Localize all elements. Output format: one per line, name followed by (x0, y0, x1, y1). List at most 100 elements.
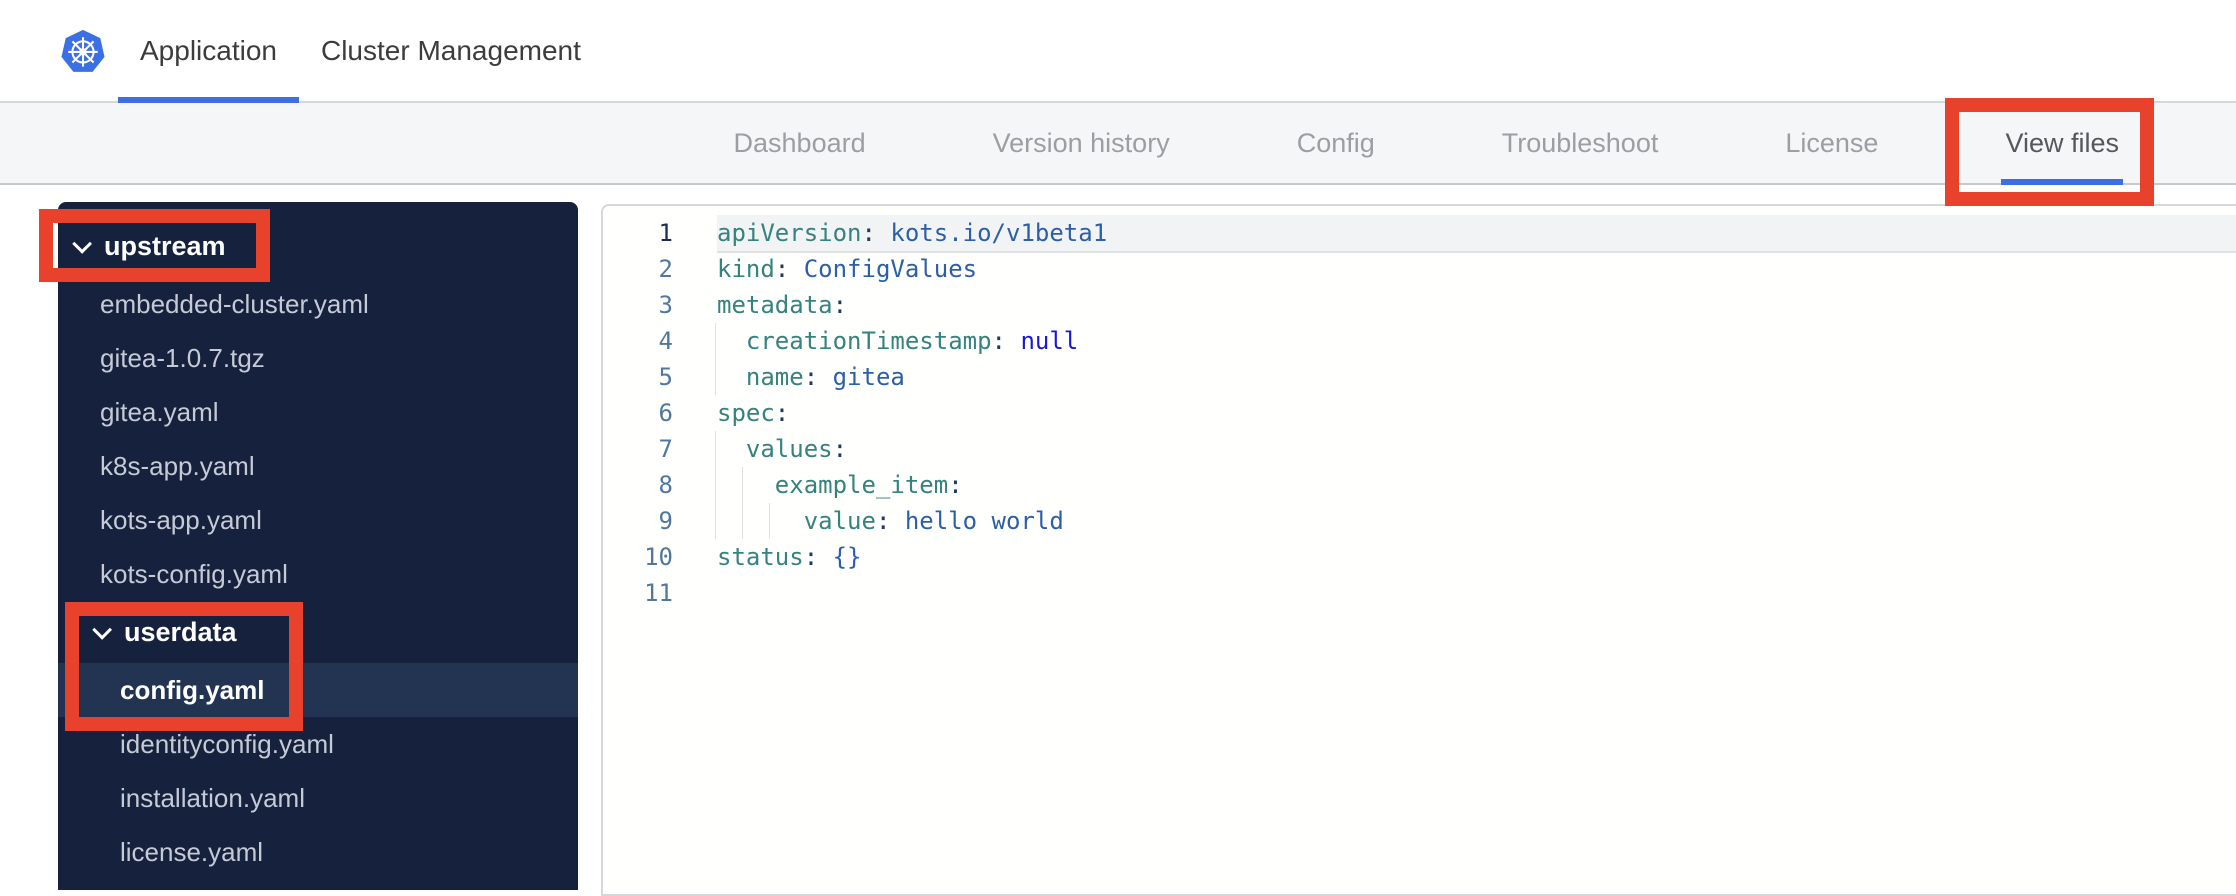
app-header: Application Cluster Management (0, 0, 2236, 103)
tree-file-kots-config.yaml[interactable]: kots-config.yaml (58, 547, 578, 601)
code-line-4: creationTimestamp: null (715, 323, 2236, 359)
line-number-9: 9 (658, 507, 673, 535)
code-token: spec (717, 399, 775, 427)
line-number-8: 8 (658, 471, 673, 499)
line-number-7: 7 (658, 435, 673, 463)
code-line-5: name: gitea (715, 359, 2236, 395)
line-number-2: 2 (658, 255, 673, 283)
code-token: ConfigValues (803, 255, 978, 283)
tree-item-label: embedded-cluster.yaml (100, 288, 369, 319)
code-token: : (803, 543, 833, 571)
editor-gutter: 1 2 3 4 5 6 7 8 9 10 11 (603, 206, 673, 894)
tree-file-k8s-app.yaml[interactable]: k8s-app.yaml (58, 439, 578, 493)
code-token: example_item (774, 471, 949, 499)
nav-tab-view-files[interactable]: View files (2001, 103, 2123, 185)
code-line-8: example_item: (715, 467, 2236, 503)
tree-folder-userdata[interactable]: userdata (58, 601, 578, 663)
chevron-down-icon (92, 619, 113, 640)
tree-item-label: kots-app.yaml (100, 504, 262, 535)
indent-guide (715, 467, 716, 503)
indent-guide (769, 503, 770, 539)
tree-item-label: identityconfig.yaml (120, 728, 334, 759)
tree-file-gitea.yaml[interactable]: gitea.yaml (58, 385, 578, 439)
line-number-11: 11 (644, 579, 673, 607)
code-token: : (948, 471, 963, 499)
tree-folder-upstream[interactable]: upstream (58, 215, 578, 277)
code-token: kots.io/v1beta1 (890, 219, 1108, 247)
tab-application[interactable]: Application (118, 0, 299, 103)
code-token: gitea (832, 363, 905, 391)
tree-file-license.yaml[interactable]: license.yaml (58, 825, 578, 879)
code-token: value (803, 507, 876, 535)
code-line-10: status: {} (717, 539, 2236, 575)
line-number-4: 4 (658, 327, 673, 355)
tree-file-config.yaml[interactable]: config.yaml (58, 663, 578, 717)
line-number-1: 1 (658, 219, 673, 247)
code-editor[interactable]: 1 2 3 4 5 6 7 8 9 10 11 apiVersion: kots.io/v1beta… (601, 204, 2236, 896)
line-number-6: 6 (658, 399, 673, 427)
tree-item-label: kots-config.yaml (100, 558, 288, 589)
code-line-9: value: hello world (715, 503, 2236, 539)
code-token: {} (832, 543, 862, 571)
line-number-3: 3 (658, 291, 673, 319)
code-line-3: metadata: (717, 287, 2236, 323)
nav-tab-troubleshoot[interactable]: Troubleshoot (1498, 103, 1663, 183)
tree-file-installation.yaml[interactable]: installation.yaml (58, 771, 578, 825)
chevron-down-icon (72, 233, 93, 254)
indent-guide (715, 323, 716, 359)
code-token: null (1020, 327, 1079, 355)
code-token: hello world (904, 507, 1064, 535)
primary-tabs: Application Cluster Management (118, 0, 603, 103)
code-token: status (717, 543, 804, 571)
tree-file-gitea-1.0.7.tgz[interactable]: gitea-1.0.7.tgz (58, 331, 578, 385)
code-token: metadata (717, 291, 833, 319)
indent-guide (715, 359, 716, 395)
line-number-5: 5 (658, 363, 673, 391)
code-token: : (832, 435, 848, 463)
secondary-nav-tabs: Dashboard Version history Config Troublesho… (730, 103, 2123, 185)
code-token: name (745, 363, 804, 391)
code-token: : (991, 327, 1021, 355)
code-token: : (832, 291, 848, 319)
nav-tab-version-history[interactable]: Version history (989, 103, 1174, 183)
tree-file-kots-app.yaml[interactable]: kots-app.yaml (58, 493, 578, 547)
nav-tab-config[interactable]: Config (1293, 103, 1379, 183)
tree-item-label: gitea-1.0.7.tgz (100, 342, 265, 373)
indent-guide (715, 503, 716, 539)
secondary-nav: Dashboard Version history Config Troublesho… (0, 103, 2236, 185)
tree-item-label: installation.yaml (120, 782, 305, 813)
kubernetes-logo (61, 29, 105, 72)
tree-file-identityconfig.yaml[interactable]: identityconfig.yaml (58, 717, 578, 771)
code-token: : (803, 363, 833, 391)
indent-guide (742, 467, 743, 503)
tree-file-embedded-cluster.yaml[interactable]: embedded-cluster.yaml (58, 277, 578, 331)
code-line-2: kind: ConfigValues (717, 251, 2236, 287)
tree-item-label: config.yaml (120, 674, 265, 705)
code-token: kind (717, 255, 775, 283)
editor-code: apiVersion: kots.io/v1beta1 kind: ConfigV… (673, 206, 2236, 894)
indent-guide (742, 503, 743, 539)
line-number-10: 10 (644, 543, 673, 571)
code-token: : (774, 399, 790, 427)
tab-cluster-management[interactable]: Cluster Management (299, 0, 603, 101)
code-line-1: apiVersion: kots.io/v1beta1 (717, 215, 2236, 251)
code-token: : (774, 255, 804, 283)
nav-tab-license[interactable]: License (1781, 103, 1882, 183)
code-token: creationTimestamp (745, 327, 992, 355)
code-token: apiVersion (717, 219, 862, 247)
tree-item-label: license.yaml (120, 836, 264, 867)
file-tree-sidebar: upstream embedded-cluster.yaml gitea-1.0.7… (58, 202, 578, 890)
indent-guide (715, 431, 716, 467)
tree-item-label: gitea.yaml (100, 396, 219, 427)
nav-tab-dashboard[interactable]: Dashboard (730, 103, 870, 183)
code-token: : (875, 507, 905, 535)
tree-item-label: userdata (124, 616, 237, 647)
tree-item-label: k8s-app.yaml (100, 450, 255, 481)
code-line-6: spec: (717, 395, 2236, 431)
